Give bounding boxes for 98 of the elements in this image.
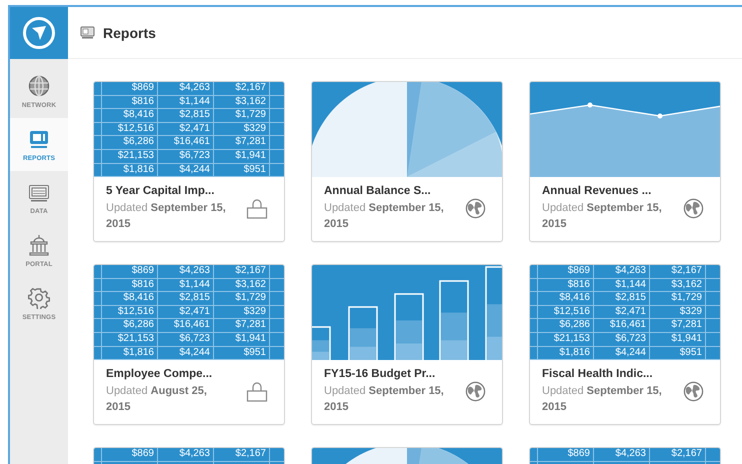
bar [312,326,331,360]
table-cell: $1,941 [214,150,270,163]
table-cell: $951 [650,346,706,360]
table-cell: $1,941 [650,332,706,346]
table-cell: $329 [214,122,270,136]
table-cell: $16,461 [158,136,214,149]
table-cell: $6,286 [102,319,158,332]
report-title: Annual Revenues ... [542,185,652,197]
settings-icon [28,286,50,308]
updated-date: Updated September 15, 2015 [542,384,663,415]
table-cell: $1,729 [214,292,270,305]
table-cell: $21,153 [538,332,594,346]
updated-date: Updated September 15, 2015 [542,201,663,232]
table-cell: $2,471 [594,306,650,318]
table-cell: $8,416 [102,109,158,122]
table-cell: $7,281 [214,319,270,332]
table-cell: $4,263 [594,265,650,278]
table-cell: $329 [650,306,706,318]
report-card[interactable]: $869 $4,263 $2,167 [93,447,285,464]
table-cell: $16,461 [594,319,650,332]
table-cell: $869 [538,265,594,278]
updated-date: Updated September 15, 2015 [324,384,445,415]
report-card[interactable]: FY15-16 Budget Pr... Updated September 15, 2015 [311,264,503,425]
bar [394,293,424,360]
report-title: FY15-16 Budget Pr... [324,368,436,380]
table-cell: $951 [214,346,270,360]
table-cell: $329 [214,306,270,318]
table-cell: $6,286 [102,136,158,149]
bar [348,306,378,360]
table-cell: $4,263 [158,82,214,95]
updated-date: Updated August 25, 2015 [106,384,208,415]
table-cell: $6,723 [594,332,650,346]
table-cell: $4,244 [594,346,650,360]
table-cell: $3,162 [214,96,270,108]
table-cell: $1,816 [538,346,594,360]
table-cell: $1,816 [102,164,158,176]
table-cell: $869 [538,448,594,461]
table-cell: $4,244 [158,346,214,360]
table-cell: $2,167 [214,448,270,461]
globe-icon [28,74,50,96]
table-cell: $2,167 [650,265,706,278]
table-cell: $869 [102,448,158,461]
table-cell: $12,516 [102,122,158,136]
table-cell: $3,162 [650,278,706,292]
table-cell: $12,516 [538,306,594,318]
table-cell: $16,461 [158,319,214,332]
table-cell: $816 [102,278,158,292]
report-card[interactable]: Annual Balance S... Updated September 15, 2015 [311,81,503,242]
table-cell: $4,244 [158,164,214,176]
table-cell: $1,729 [214,109,270,122]
table-cell: $1,144 [594,278,650,292]
table-cell: $2,167 [214,265,270,278]
report-title: Annual Balance S... [324,185,432,197]
table-cell: $6,723 [158,150,214,163]
report-card[interactable]: $869 $4,263 $2,167 $816 $1,144 $3,162 $8,416 $2,815 $1,729 $12,516 $2,471 $329 $6,286 $16,461 $7,281 $21,153 $6,723 $1,941 $1,816 $4,244 $951 Employee Compe... Updated August 25, 2015 [93,264,285,425]
table-cell: $6,723 [158,332,214,346]
table-cell: $1,816 [102,346,158,360]
table-cell: $869 [102,82,158,95]
table-cell: $2,167 [650,448,706,461]
report-card[interactable]: $869 $4,263 $2,167 $816 $1,144 $3,162 $8,416 $2,815 $1,729 $12,516 $2,471 $329 $6,286 $16,461 $7,281 $21,153 $6,723 $1,941 $1,816 $4,244 $951 Fiscal Health Indic... Updated September 15, 2015 [529,264,721,425]
page-title: Reports [103,24,156,40]
updated-date: Updated September 15, 2015 [324,201,445,232]
table-cell: $1,144 [158,278,214,292]
table-cell: $4,263 [158,448,214,461]
table-cell: $6,286 [538,319,594,332]
report-title: Fiscal Health Indic... [542,368,654,380]
reports-icon [80,26,95,39]
table-cell: $12,516 [102,306,158,318]
table-cell: $816 [538,278,594,292]
table-cell: $3,162 [214,278,270,292]
table-cell: $4,263 [158,265,214,278]
table-cell: $21,153 [102,150,158,163]
report-card[interactable]: $869 $4,263 $2,167 $816 $1,144 $3,162 $8,416 $2,815 $1,729 $12,516 $2,471 $329 $6,286 $16,461 $7,281 $21,153 $6,723 $1,941 $1,816 $4,244 $951 5 Year Capital Imp... Updated September 15, 2015 [93,81,285,242]
table-cell: $2,471 [158,306,214,318]
table-cell: $1,144 [158,96,214,108]
table-cell: $1,941 [214,332,270,346]
table-cell: $7,281 [214,136,270,149]
logo-icon [22,16,56,50]
report-card[interactable]: Annual Revenues ... Updated September 15, 2015 [529,81,721,242]
report-card[interactable]: $869 $4,263 $2,167 [529,447,721,464]
table-cell: $2,471 [158,122,214,136]
table-cell: $816 [102,96,158,108]
report-title: Employee Compe... [106,368,214,380]
table-cell: $869 [102,265,158,278]
table-cell: $2,815 [158,109,214,122]
table-cell: $8,416 [102,292,158,305]
table-cell: $2,167 [214,82,270,95]
building-icon [28,234,50,256]
table-cell: $2,815 [158,292,214,305]
updated-date: Updated September 15, 2015 [106,201,227,232]
table-cell: $8,416 [538,292,594,305]
table-cell: $1,729 [650,292,706,305]
table-cell: $4,263 [594,448,650,461]
table-cell: $7,281 [650,319,706,332]
table-cell: $21,153 [102,332,158,346]
table-cell: $2,815 [594,292,650,305]
table-cell: $951 [214,164,270,176]
report-title: 5 Year Capital Imp... [106,185,216,197]
